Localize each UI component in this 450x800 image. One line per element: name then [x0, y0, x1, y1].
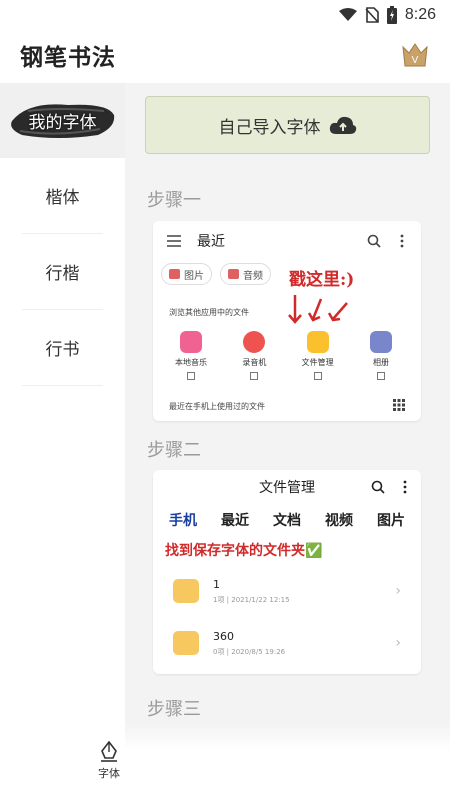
sidebar-item-xingkai[interactable]: 行楷	[0, 234, 125, 309]
sidebar-item-label: 我的字体	[28, 113, 97, 133]
vip-crown-button[interactable]: V	[400, 40, 430, 70]
chip-label: 图片	[184, 270, 204, 282]
folder-name: 360	[213, 629, 234, 643]
crown-icon: V	[402, 43, 428, 67]
folder-name: 1	[213, 577, 220, 591]
recent-files-text: 最近在手机上使用过的文件	[169, 402, 265, 411]
pen-nib-icon	[101, 741, 117, 762]
chip-images: 图片	[161, 263, 212, 285]
main-content: 自己导入字体 步骤一 最近 图片 音频 戳这里:) 浏览其他应用中的文件 本地音…	[125, 83, 450, 723]
search-icon	[371, 480, 385, 494]
music-icon	[180, 331, 202, 353]
app-name: 录音机	[242, 358, 267, 367]
step-three-label: 步骤三	[147, 699, 201, 720]
arrow-icons	[288, 295, 348, 324]
tab-documents: 文档	[273, 513, 301, 529]
wifi-icon	[338, 8, 357, 21]
app-name: 本地音乐	[175, 358, 207, 367]
tab-phone: 手机	[169, 513, 197, 529]
sidebar: 我的字体 楷体 行楷 行书	[0, 83, 125, 723]
chip-audio: 音频	[220, 263, 271, 285]
more-vert-icon	[403, 480, 407, 494]
app-item-recorder: 录音机	[224, 331, 284, 380]
card-toolbar: 最近	[153, 221, 421, 261]
browse-text: 浏览其他应用中的文件	[169, 308, 249, 317]
folder-icon	[173, 631, 199, 655]
sidebar-item-my-fonts[interactable]: 我的字体	[0, 83, 125, 158]
app-item-local-music: 本地音乐	[161, 331, 221, 380]
nav-item-fonts[interactable]: 字体	[98, 741, 120, 781]
sidebar-item-label: 楷体	[45, 188, 80, 208]
list-item: 360 0项 | 2020/8/5 19:26 ›	[153, 618, 421, 668]
chevron-right-icon: ›	[395, 635, 401, 651]
bottom-nav: 字体	[0, 723, 450, 800]
step-one-label: 步骤一	[147, 190, 201, 211]
folder-meta: 0项 | 2020/8/5 19:26	[213, 647, 286, 656]
menu-icon	[167, 235, 181, 247]
cloud-upload-icon	[329, 116, 356, 134]
app-bar: 钢笔书法 V	[0, 30, 450, 80]
app-name: 相册	[372, 358, 389, 367]
app-title: 钢笔书法	[20, 45, 116, 71]
status-bar: 8:26	[0, 0, 450, 30]
folder-icon	[173, 579, 199, 603]
image-icon	[169, 269, 180, 279]
record-icon	[243, 331, 266, 353]
app-list: 本地音乐 录音机 文件管理 相册	[161, 331, 411, 380]
shortcut-icon	[250, 372, 259, 380]
chevron-right-icon: ›	[395, 583, 401, 599]
shortcut-icon	[376, 372, 385, 380]
folder-icon	[306, 331, 329, 353]
chip-label: 音频	[243, 270, 263, 282]
headphones-icon	[228, 269, 239, 279]
tab-videos: 视频	[325, 513, 353, 529]
scroll-fade	[125, 723, 450, 751]
app-name: 文件管理	[301, 358, 334, 367]
crown-letter: V	[412, 55, 419, 66]
step-one-screenshot: 最近 图片 音频 戳这里:) 浏览其他应用中的文件 本地音乐 录音机 文件管理 …	[153, 221, 421, 421]
sidebar-item-kaiti[interactable]: 楷体	[0, 158, 125, 233]
handwritten-note: 戳这里:)	[289, 270, 355, 290]
clock: 8:26	[404, 6, 436, 23]
import-font-label: 自己导入字体	[218, 117, 321, 138]
tab-images: 图片	[377, 513, 405, 529]
search-icon	[367, 234, 381, 248]
gallery-icon	[369, 331, 392, 353]
shortcut-icon	[187, 372, 195, 380]
grid-view-icon	[393, 399, 405, 411]
file-tabs: 手机 最近 文档 视频 图片	[153, 504, 421, 536]
sidebar-item-label: 行书	[45, 340, 80, 360]
app-item-gallery: 相册	[351, 331, 411, 380]
tab-recent: 最近	[221, 513, 249, 529]
sidebar-item-xingshu[interactable]: 行书	[0, 310, 125, 385]
shortcut-icon	[313, 372, 322, 380]
nav-label: 字体	[98, 767, 120, 780]
app-item-file-manager: 文件管理	[288, 331, 348, 380]
file-manager-title: 文件管理	[259, 480, 315, 496]
no-sim-icon	[365, 7, 379, 23]
filter-chips: 图片 音频	[153, 261, 421, 287]
import-font-button[interactable]: 自己导入字体	[145, 96, 430, 154]
step-two-label: 步骤二	[147, 440, 201, 461]
more-vert-icon	[400, 234, 404, 248]
battery-icon	[386, 6, 397, 24]
sidebar-item-label: 行楷	[45, 264, 80, 284]
card-toolbar: 文件管理	[153, 470, 421, 504]
step-two-screenshot: 文件管理 手机 最近 文档 视频 图片 找到保存字体的文件夹✅ 1 1项 | 2…	[153, 470, 421, 674]
list-item: 1 1项 | 2021/1/22 12:15 ›	[153, 566, 421, 616]
recent-title: 最近	[197, 234, 225, 250]
folder-meta: 1项 | 2021/1/22 12:15	[213, 595, 290, 604]
divider	[22, 385, 103, 386]
handwritten-note: 找到保存字体的文件夹✅	[165, 543, 323, 559]
